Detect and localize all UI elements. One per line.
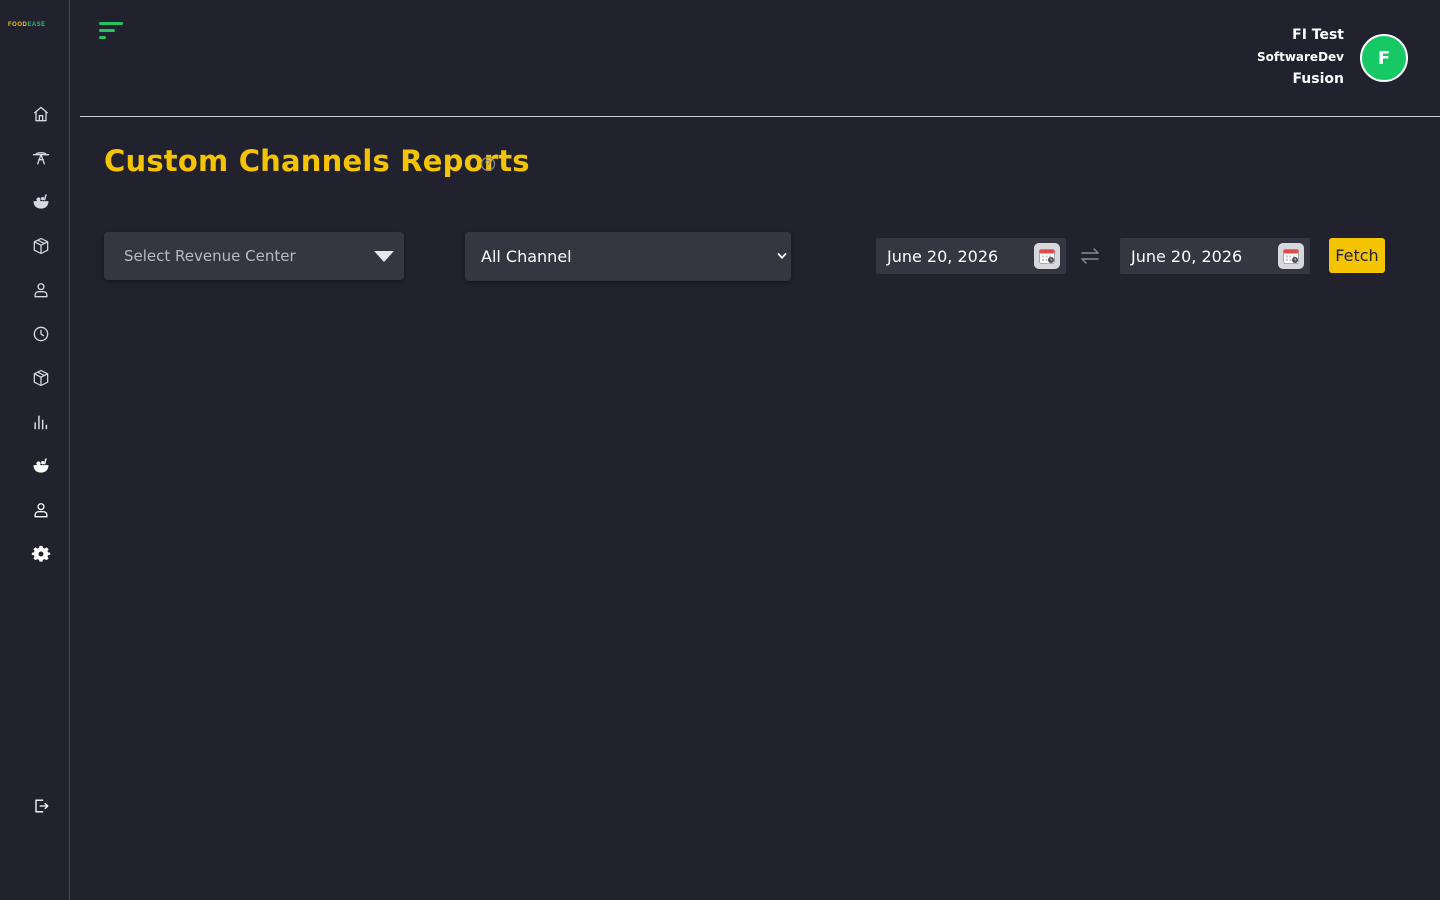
avatar[interactable]: F (1360, 34, 1408, 82)
logo-text-food: FOOD (8, 22, 28, 28)
avatar-initial: F (1377, 47, 1391, 69)
nav-users[interactable] (29, 278, 53, 302)
nav-food[interactable] (29, 190, 53, 214)
user-role: SoftwareDev (1256, 50, 1344, 64)
sidebar: FOODEASE (0, 0, 70, 900)
nav-inventory[interactable] (29, 234, 53, 258)
start-date-input[interactable]: June 20, 2026 (876, 238, 1066, 274)
app-logo[interactable]: FOODEASE (8, 22, 46, 28)
user-icon (34, 283, 48, 298)
calendar-icon (1039, 249, 1055, 264)
gear-icon (31, 545, 51, 562)
user-info: FI Test SoftwareDev Fusion (1257, 24, 1344, 90)
channel-select[interactable]: All Channel (465, 232, 791, 281)
nav-staff[interactable] (29, 498, 53, 522)
start-date-value: June 20, 2026 (887, 246, 999, 266)
end-date-value: June 20, 2026 (1131, 246, 1243, 266)
revenue-center-placeholder: Select Revenue Center (124, 247, 296, 265)
user-company: Fusion (1292, 71, 1344, 87)
header-divider (80, 116, 1440, 117)
revenue-center-select[interactable]: Select Revenue Center (104, 232, 404, 280)
nav-home[interactable] (29, 102, 53, 126)
caret-down-icon (374, 251, 394, 262)
food-bowl-icon (33, 458, 49, 473)
logout-button[interactable] (29, 794, 53, 818)
channel-selected-value: All Channel (481, 247, 572, 266)
logout-icon (35, 799, 49, 813)
calendar-icon (1283, 249, 1299, 264)
start-date-calendar-button[interactable] (1034, 243, 1060, 269)
fetch-button-label: Fetch (1335, 246, 1379, 265)
logo-text-ease: EASE (27, 22, 46, 28)
nav-menu[interactable] (29, 454, 53, 478)
nav-reports[interactable] (29, 410, 53, 434)
chevron-down-icon (777, 253, 787, 259)
nav-settings[interactable] (29, 542, 53, 566)
fetch-button[interactable]: Fetch (1329, 238, 1385, 273)
help-icon[interactable] (480, 156, 496, 172)
package-box-icon (33, 237, 49, 255)
service-bell-icon (32, 152, 50, 165)
menu-toggle-button[interactable] (97, 20, 125, 42)
user-icon (34, 503, 48, 518)
clock-icon (33, 326, 49, 342)
end-date-input[interactable]: June 20, 2026 (1120, 238, 1310, 274)
user-name: FI Test (1292, 27, 1344, 43)
package-box-icon (33, 369, 49, 387)
nav-products[interactable] (29, 366, 53, 390)
nav-history[interactable] (29, 322, 53, 346)
hamburger-icon (99, 22, 123, 39)
end-date-calendar-button[interactable] (1278, 243, 1304, 269)
nav-service[interactable] (29, 146, 53, 170)
page-title: Custom Channels Reports (104, 144, 530, 178)
food-bowl-icon (33, 194, 49, 209)
swap-arrows-icon (1081, 248, 1099, 264)
bar-chart-icon (34, 415, 48, 430)
home-icon (33, 106, 49, 122)
